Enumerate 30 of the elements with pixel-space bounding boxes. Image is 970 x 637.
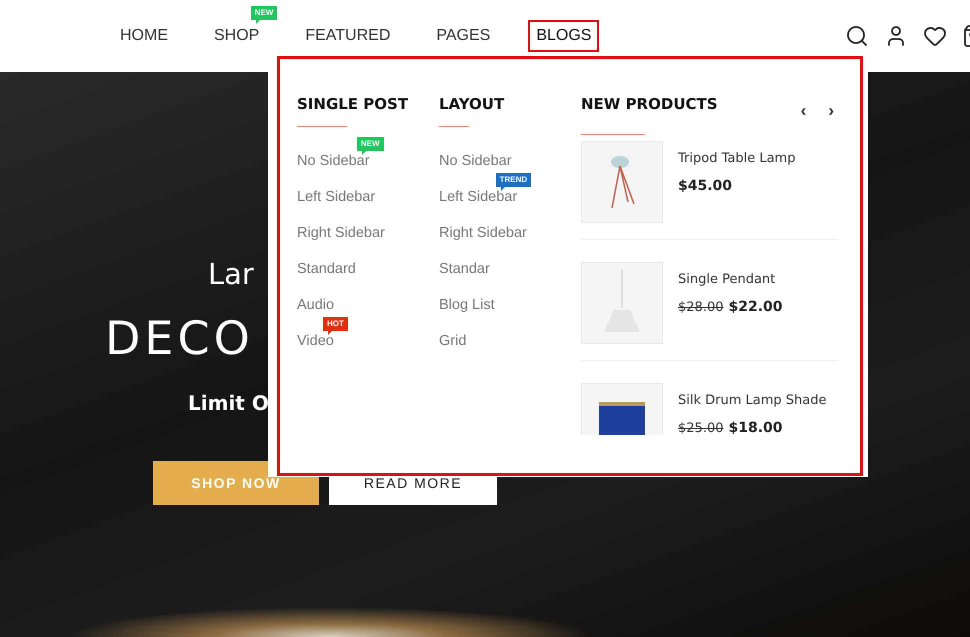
search-icon[interactable] (845, 24, 869, 48)
old-price: $28.00 (678, 300, 724, 315)
product-name[interactable]: Tripod Table Lamp (678, 151, 796, 166)
menu-link[interactable]: Right Sidebar (439, 215, 527, 251)
menu-link[interactable]: Right Sidebar (297, 215, 385, 251)
product-price: $45.00 (678, 178, 732, 194)
menu-link[interactable]: Grid (439, 323, 466, 359)
menu-link[interactable]: Blog List (439, 287, 495, 323)
nav-link[interactable]: PAGES (428, 20, 498, 52)
hero-subtitle: Limit O (188, 391, 269, 415)
nav-link[interactable]: SHOP (206, 20, 268, 52)
product-price: $18.00 (728, 420, 783, 435)
nav-link[interactable]: HOME (112, 20, 176, 52)
hero-title: DECO (105, 311, 254, 365)
heart-icon[interactable] (923, 24, 947, 48)
menu-link[interactable]: Standard (297, 251, 356, 287)
previous-button[interactable]: ‹ (796, 101, 810, 121)
column-title: LAYOUT (439, 95, 506, 113)
menu-link[interactable]: Left Sidebar (297, 179, 376, 215)
product-name[interactable]: Single Pendant (678, 272, 783, 287)
product-price: $22.00 (728, 299, 783, 315)
product-name[interactable]: Silk Drum Lamp Shade (678, 393, 826, 408)
column-title: SINGLE POST (297, 95, 410, 113)
nav-link[interactable]: FEATURED (297, 20, 398, 52)
old-price: $25.00 (678, 421, 724, 435)
hero-eyebrow: Lar (208, 257, 254, 291)
next-button[interactable]: › (824, 101, 838, 121)
menu-link[interactable]: Standar (439, 251, 490, 287)
nav-link[interactable]: BLOGS (528, 20, 600, 52)
column-title: NEW PRODUCTS (581, 95, 718, 113)
